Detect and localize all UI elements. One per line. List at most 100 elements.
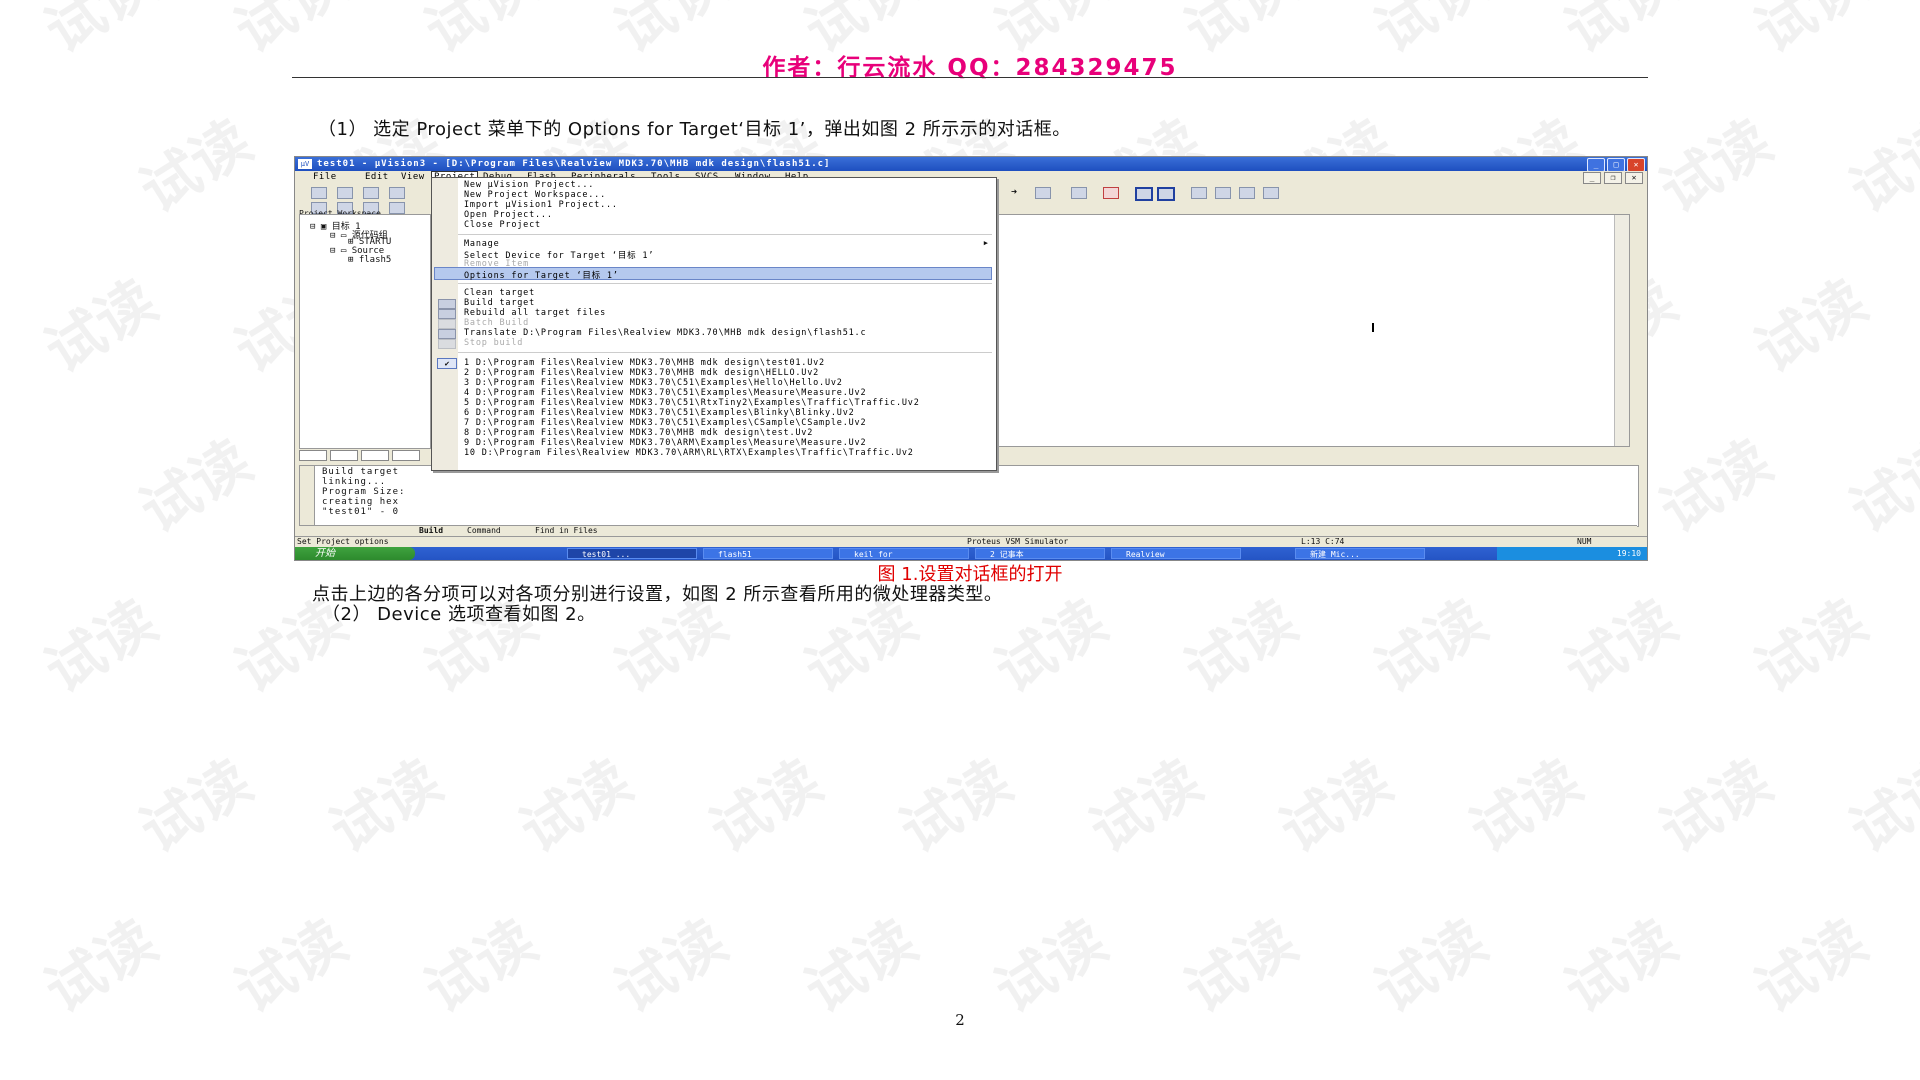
mdi-restore-icon[interactable]: ❐	[1604, 172, 1622, 184]
status-simulator: Proteus VSM Simulator	[967, 537, 1069, 546]
tab-command[interactable]: Command	[467, 526, 501, 535]
files-tab-icon[interactable]	[299, 450, 327, 461]
open-folder-icon[interactable]	[337, 187, 353, 199]
batch-build-icon	[438, 319, 456, 329]
menu-item-manage[interactable]: Manage	[464, 239, 500, 249]
recent-project[interactable]: 3 D:\Program Files\Realview MDK3.70\C51\…	[464, 378, 843, 388]
recent-project[interactable]: 7 D:\Program Files\Realview MDK3.70\C51\…	[464, 418, 866, 428]
mdi-close-icon[interactable]: ✕	[1625, 172, 1643, 184]
figure-screenshot: µV test01 - µVision3 - [D:\Program Files…	[294, 156, 1648, 561]
status-num: NUM	[1577, 537, 1592, 546]
recent-project[interactable]: 6 D:\Program Files\Realview MDK3.70\C51\…	[464, 408, 855, 418]
output-line: creating hex	[322, 497, 400, 507]
output-line: linking...	[322, 477, 387, 487]
window-b-icon[interactable]	[1157, 187, 1175, 201]
functions-tab-icon[interactable]	[392, 450, 420, 461]
paragraph-3: （2） Device 选项查看如图 2。	[322, 604, 596, 625]
workspace-tabs	[299, 449, 429, 461]
menu-item-batch-build: Batch Build	[464, 318, 530, 328]
project-menu-dropdown: New µVision Project... New Project Works…	[431, 177, 997, 471]
menu-separator	[458, 234, 992, 235]
menu-item-clean-target[interactable]: Clean target	[464, 288, 535, 298]
start-button[interactable]: 开始	[295, 547, 415, 560]
recent-project[interactable]: 10 D:\Program Files\Realview MDK3.70\ARM…	[464, 448, 914, 458]
regs-tab-icon[interactable]	[330, 450, 358, 461]
menu-item-new-workspace[interactable]: New Project Workspace...	[464, 190, 606, 200]
build-target-icon	[438, 299, 456, 309]
menu-item-stop-build: Stop build	[464, 338, 524, 348]
output-line: Program Size:	[322, 487, 406, 497]
project-workspace: ⊟ ▣ 目标 1 ⊟ ▭ 源代码组 ⊞ STARTU ⊟ ▭ Source ⊞ …	[299, 214, 431, 449]
close-icon[interactable]: ✕	[1627, 158, 1645, 172]
menu-item-import[interactable]: Import µVision1 Project...	[464, 200, 618, 210]
stop-build-icon	[438, 339, 456, 349]
zoom-out-icon[interactable]	[1215, 187, 1231, 199]
find-icon[interactable]	[1103, 187, 1119, 199]
zoom-in-icon[interactable]	[1191, 187, 1207, 199]
document-page: 作者：行云流水 QQ：284329475 （1） 选定 Project 菜单下的…	[0, 0, 1920, 1080]
task-flash51[interactable]: flash51	[703, 548, 833, 559]
task-notepad[interactable]: 2 记事本	[975, 548, 1105, 559]
menu-item-new-project[interactable]: New µVision Project...	[464, 180, 594, 190]
recent-project[interactable]: 1 D:\Program Files\Realview MDK3.70\MHB …	[464, 358, 825, 368]
output-line: "test01" - 0	[322, 507, 400, 517]
menu-item-translate[interactable]: Translate D:\Program Files\Realview MDK3…	[464, 328, 866, 338]
maximize-icon[interactable]: □	[1607, 158, 1625, 172]
tab-find-in-files[interactable]: Find in Files	[535, 526, 598, 535]
books-tab-icon[interactable]	[361, 450, 389, 461]
cascade-icon[interactable]	[1263, 187, 1279, 199]
submenu-arrow-icon: ▶	[983, 239, 988, 247]
mdi-minimize-icon[interactable]: _	[1583, 172, 1601, 184]
task-new-mic[interactable]: 新建 Mic...	[1295, 548, 1425, 559]
text-cursor	[1372, 323, 1374, 332]
task-keil[interactable]: keil for	[839, 548, 969, 559]
checkmark-icon: ✔	[437, 358, 457, 369]
menu-file[interactable]: File	[313, 172, 337, 182]
recent-project[interactable]: 2 D:\Program Files\Realview MDK3.70\MHB …	[464, 368, 819, 378]
task-realview[interactable]: Realview	[1111, 548, 1241, 559]
clock: 19:10	[1616, 549, 1641, 558]
header-rule	[292, 77, 1648, 78]
minimize-icon[interactable]: _	[1587, 158, 1605, 172]
new-file-icon[interactable]	[311, 187, 327, 199]
menu-item-options-for-target[interactable]: Options for Target ‘目标 1’	[464, 269, 619, 281]
menu-separator	[458, 352, 992, 353]
stop-build-icon[interactable]	[389, 202, 405, 214]
recent-project[interactable]: 5 D:\Program Files\Realview MDK3.70\C51\…	[464, 398, 920, 408]
output-window-label	[300, 466, 315, 526]
output-tabs: Build Command Find in Files	[299, 525, 1637, 536]
print-icon[interactable]	[1071, 187, 1087, 199]
tile-icon[interactable]	[1239, 187, 1255, 199]
menu-edit[interactable]: Edit	[365, 172, 389, 182]
bookmark-icon[interactable]	[1035, 187, 1051, 199]
tree-item-flash[interactable]: ⊞ flash5	[348, 255, 391, 265]
status-text: Set Project options	[297, 537, 389, 546]
menu-item-build-target[interactable]: Build target	[464, 298, 535, 308]
menu-item-close-project[interactable]: Close Project	[464, 220, 541, 230]
arrow-right-icon[interactable]: ➜	[1011, 187, 1025, 198]
paragraph-1: （1） 选定 Project 菜单下的 Options for Target‘目…	[318, 119, 1071, 140]
window-titlebar[interactable]: µV test01 - µVision3 - [D:\Program Files…	[295, 157, 1647, 172]
menu-view[interactable]: View	[401, 172, 425, 182]
save-all-icon[interactable]	[389, 187, 405, 199]
recent-project[interactable]: 4 D:\Program Files\Realview MDK3.70\C51\…	[464, 388, 866, 398]
menu-item-rebuild-all[interactable]: Rebuild all target files	[464, 308, 606, 318]
app-icon: µV	[298, 159, 312, 169]
taskbar: 开始 test01 ... flash51 keil for 2 记事本 Rea…	[295, 547, 1647, 560]
editor-scrollbar[interactable]	[1614, 215, 1629, 446]
tab-build[interactable]: Build	[419, 526, 443, 535]
menu-separator	[458, 283, 992, 284]
output-window: Build target linking... Program Size: cr…	[299, 465, 1639, 527]
window-title: test01 - µVision3 - [D:\Program Files\Re…	[317, 159, 831, 169]
task-test01[interactable]: test01 ...	[567, 548, 697, 559]
menu-item-open-project[interactable]: Open Project...	[464, 210, 553, 220]
recent-project[interactable]: 9 D:\Program Files\Realview MDK3.70\ARM\…	[464, 438, 866, 448]
editor-pane[interactable]	[995, 214, 1630, 447]
system-tray: 19:10	[1497, 547, 1647, 560]
translate-icon	[438, 329, 456, 339]
window-a-icon[interactable]	[1135, 187, 1153, 201]
output-line: Build target	[322, 467, 400, 477]
save-icon[interactable]	[363, 187, 379, 199]
recent-project[interactable]: 8 D:\Program Files\Realview MDK3.70\MHB …	[464, 428, 813, 438]
status-position: L:13 C:74	[1301, 537, 1345, 546]
